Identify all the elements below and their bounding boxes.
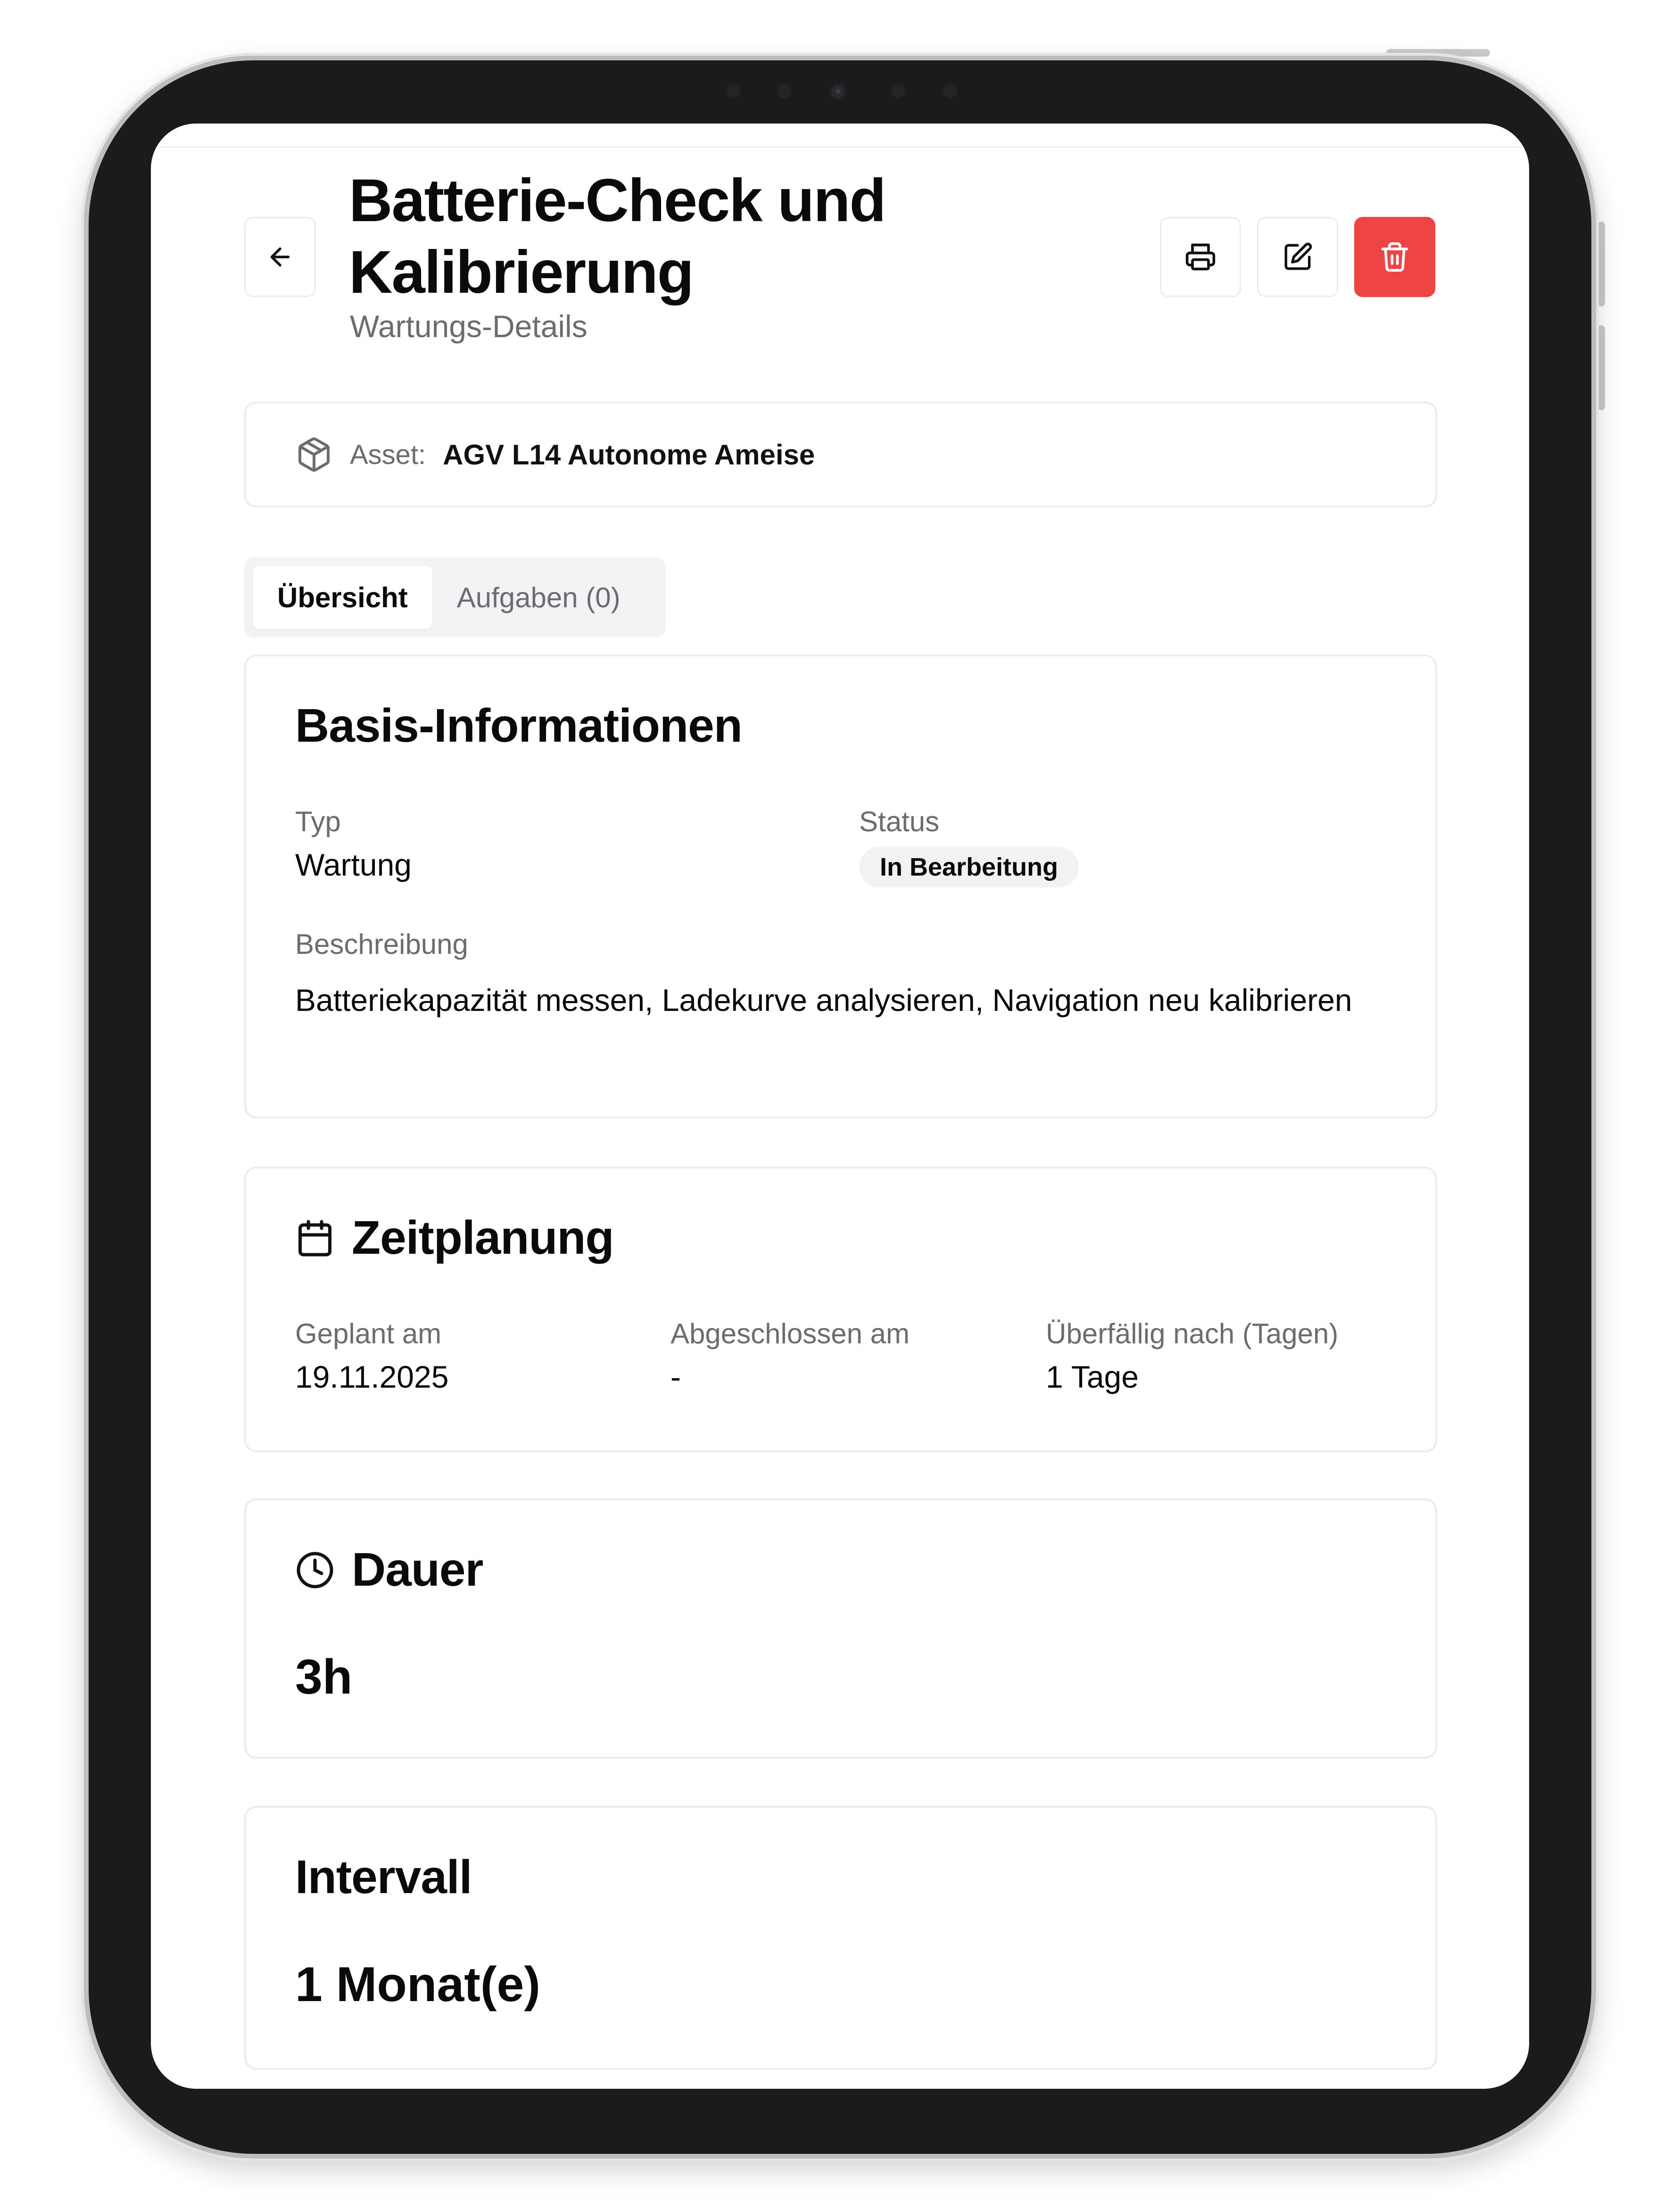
print-button[interactable] xyxy=(1160,217,1241,297)
basis-informationen-title: Basis-Informationen xyxy=(295,699,743,752)
tab-uebersicht[interactable]: Übersicht xyxy=(253,566,432,629)
dauer-card: Dauer 3h xyxy=(244,1498,1437,1759)
edit-icon xyxy=(1284,242,1312,270)
intervall-card: Intervall 1 Monat(e) xyxy=(244,1806,1437,2070)
tab-bar: Übersicht Aufgaben (0) xyxy=(244,557,666,637)
package-icon xyxy=(298,437,330,472)
abgeschlossen-label: Abgeschlossen am xyxy=(670,1318,910,1349)
intervall-value: 1 Monat(e) xyxy=(295,1957,540,2012)
intervall-title: Intervall xyxy=(295,1851,472,1903)
page-title: Batterie-Check und Kalibrierung xyxy=(349,167,886,306)
clock-icon xyxy=(295,1550,335,1590)
ueberfaellig-label: Überfällig nach (Tagen) xyxy=(1046,1318,1339,1349)
delete-button[interactable] xyxy=(1354,217,1435,297)
camera-lens xyxy=(828,82,847,101)
asset-value: AGV L14 Autonome Ameise xyxy=(443,439,815,471)
edit-button[interactable] xyxy=(1257,217,1338,297)
status-label: Status xyxy=(859,806,940,837)
camera-bar xyxy=(707,78,971,102)
ueberfaellig-value: 1 Tage xyxy=(1046,1359,1139,1394)
page-subtitle: Wartungs-Details xyxy=(350,309,588,344)
asset-card: Asset: AGV L14 Autonome Ameise xyxy=(244,402,1437,507)
tab-aufgaben[interactable]: Aufgaben (0) xyxy=(432,566,645,629)
geplant-value: 19.11.2025 xyxy=(295,1359,449,1394)
device-volume-down-button xyxy=(1597,325,1605,410)
zeitplanung-card: Zeitplanung Geplant am 19.11.2025 Abgesc… xyxy=(244,1167,1437,1452)
beschreibung-value: Batteriekapazität messen, Ladekurve anal… xyxy=(295,983,1352,1018)
back-button[interactable] xyxy=(244,217,316,297)
beschreibung-label: Beschreibung xyxy=(295,928,468,960)
abgeschlossen-value: - xyxy=(670,1359,681,1394)
dauer-title: Dauer xyxy=(295,1543,483,1597)
arrow-left-icon xyxy=(270,247,290,267)
typ-value: Wartung xyxy=(295,847,412,882)
basis-informationen-card: Basis-Informationen Typ Wartung Status I… xyxy=(244,654,1437,1118)
screen: Batterie-Check und Kalibrierung Wartungs… xyxy=(151,124,1529,2089)
device-volume-up-button xyxy=(1597,222,1605,306)
calendar-icon xyxy=(295,1218,335,1258)
status-badge: In Bearbeitung xyxy=(859,847,1079,887)
zeitplanung-title: Zeitplanung xyxy=(295,1211,614,1265)
printer-icon xyxy=(1185,243,1216,271)
geplant-label: Geplant am xyxy=(295,1318,442,1349)
dauer-value: 3h xyxy=(295,1650,353,1705)
trash-icon xyxy=(1381,242,1408,272)
typ-label: Typ xyxy=(295,806,341,837)
asset-label: Asset: xyxy=(350,439,426,470)
